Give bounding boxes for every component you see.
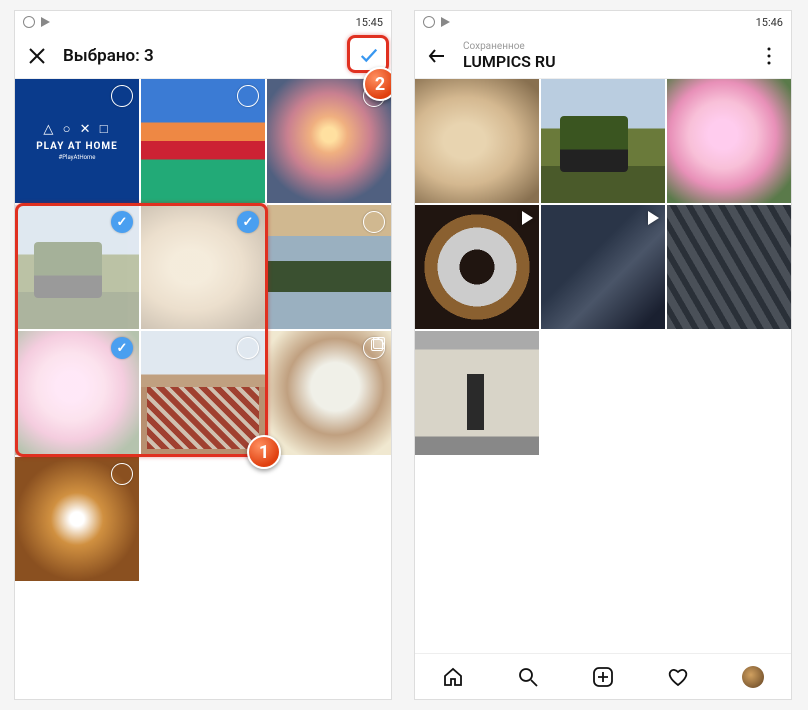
thumbnail-wreath xyxy=(415,205,539,329)
tile-leaves[interactable] xyxy=(15,457,139,581)
tile-tulips[interactable] xyxy=(141,79,265,203)
select-circle-icon[interactable] xyxy=(237,337,259,359)
callout-2: 2 xyxy=(363,67,392,101)
collection-title-block: Сохраненное LUMPICS RU xyxy=(463,41,743,71)
collection-subtitle: Сохраненное xyxy=(463,41,743,52)
saved-grid xyxy=(415,79,791,455)
thumbnail-shells xyxy=(415,79,539,203)
status-time: 15:45 xyxy=(356,16,383,29)
thumbnail-rose xyxy=(667,79,791,203)
checkmark-icon[interactable] xyxy=(237,211,259,233)
tile-shells[interactable] xyxy=(141,205,265,329)
close-button[interactable] xyxy=(27,46,47,66)
phone-right: 15:46 Сохраненное LUMPICS RU xyxy=(414,10,792,700)
nav-profile[interactable] xyxy=(741,665,765,689)
collection-app-bar: Сохраненное LUMPICS RU xyxy=(415,33,791,79)
playhome-sub: #PlayAtHome xyxy=(59,154,96,161)
collection-title: LUMPICS RU xyxy=(463,52,743,71)
checkmark-icon[interactable] xyxy=(111,337,133,359)
selection-app-bar: Выбрано: 3 xyxy=(15,33,391,79)
thumbnail-hall xyxy=(415,331,539,455)
select-circle-icon[interactable] xyxy=(237,85,259,107)
nav-search[interactable] xyxy=(516,665,540,689)
selection-grid: △ ○ ✕ □ PLAY AT HOME #PlayAtHome xyxy=(15,79,391,581)
selection-title: Выбрано: 3 xyxy=(63,46,343,66)
thumbnail-warrior xyxy=(541,205,665,329)
avatar-icon xyxy=(742,666,764,688)
confirm-button[interactable] xyxy=(359,46,379,66)
playstore-icon xyxy=(441,17,450,27)
checkmark-icon[interactable] xyxy=(111,211,133,233)
thumbnail-tractor xyxy=(541,79,665,203)
tile-playhome[interactable]: △ ○ ✕ □ PLAY AT HOME #PlayAtHome xyxy=(15,79,139,203)
tile-wreath[interactable] xyxy=(415,205,539,329)
thumbnail-city xyxy=(667,205,791,329)
tile-village[interactable] xyxy=(141,331,265,455)
tile-cat[interactable] xyxy=(267,331,391,455)
select-circle-icon[interactable] xyxy=(363,211,385,233)
tile-tractor[interactable] xyxy=(541,79,665,203)
phone-left: 15:45 Выбрано: 3 △ ○ ✕ □ PLAY AT HOME #Pla… xyxy=(14,10,392,700)
nav-add[interactable] xyxy=(591,665,615,689)
status-bar: 15:46 xyxy=(415,11,791,33)
tile-tractor[interactable] xyxy=(15,205,139,329)
playhome-text: PLAY AT HOME xyxy=(36,141,118,152)
video-icon xyxy=(522,211,533,225)
tile-lake[interactable] xyxy=(267,205,391,329)
select-circle-icon[interactable] xyxy=(111,85,133,107)
status-time: 15:46 xyxy=(756,16,783,29)
playhome-shapes: △ ○ ✕ □ xyxy=(43,121,110,137)
carousel-icon xyxy=(371,337,385,351)
opera-icon xyxy=(423,16,435,28)
tile-rose[interactable] xyxy=(15,331,139,455)
callout-1: 1 xyxy=(247,435,281,469)
select-circle-icon[interactable] xyxy=(111,463,133,485)
tile-rose[interactable] xyxy=(667,79,791,203)
tile-shells[interactable] xyxy=(415,79,539,203)
tile-city[interactable] xyxy=(667,205,791,329)
nav-home[interactable] xyxy=(441,665,465,689)
video-icon xyxy=(648,211,659,225)
playstore-icon xyxy=(41,17,50,27)
nav-activity[interactable] xyxy=(666,665,690,689)
tile-warrior[interactable] xyxy=(541,205,665,329)
status-bar: 15:45 xyxy=(15,11,391,33)
back-button[interactable] xyxy=(427,46,447,66)
bottom-nav xyxy=(415,653,791,699)
opera-icon xyxy=(23,16,35,28)
more-button[interactable] xyxy=(759,46,779,66)
tile-hall[interactable] xyxy=(415,331,539,455)
